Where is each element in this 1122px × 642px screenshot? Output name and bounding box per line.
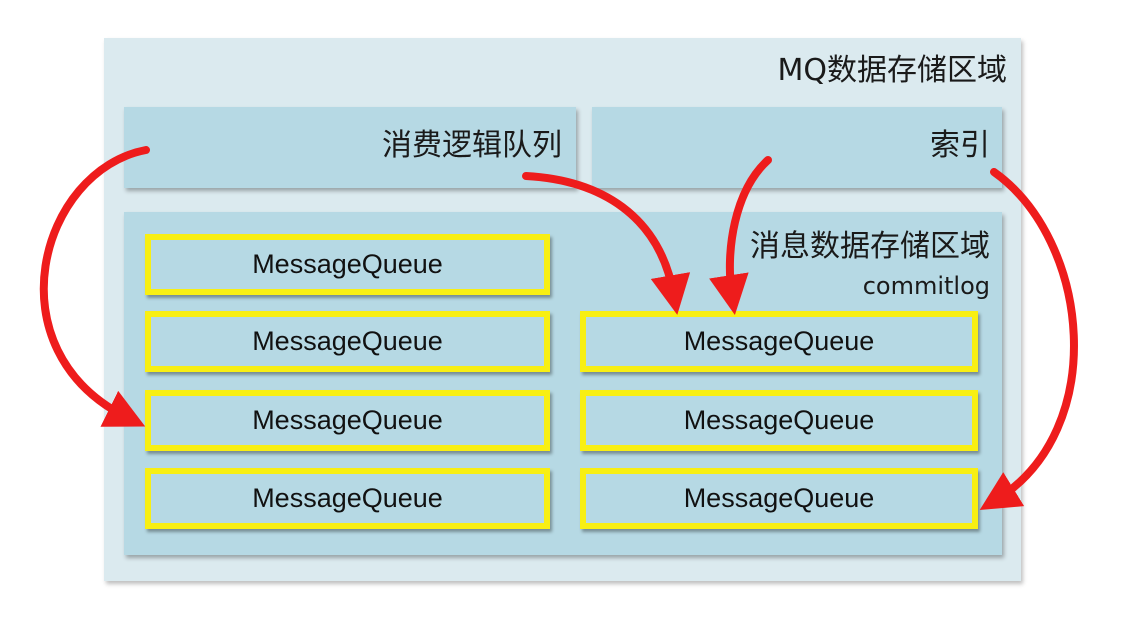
- consumer-logic-queue-title: 消费逻辑队列: [382, 128, 562, 163]
- index-title: 索引: [930, 128, 990, 163]
- message-queue-box: MessageQueue: [145, 390, 550, 451]
- message-data-storage-title: 消息数据存储区域: [750, 229, 990, 264]
- message-queue-box: MessageQueue: [580, 311, 978, 372]
- message-queue-box: MessageQueue: [145, 311, 550, 372]
- consumer-logic-queue-panel: 消费逻辑队列: [124, 107, 576, 188]
- commitlog-subtitle: commitlog: [862, 272, 990, 300]
- message-queue-box: MessageQueue: [580, 390, 978, 451]
- message-queue-box: MessageQueue: [145, 468, 550, 529]
- mq-storage-area-title: MQ数据存储区域: [777, 53, 1008, 88]
- message-queue-box: MessageQueue: [580, 468, 978, 529]
- index-panel: 索引: [592, 107, 1002, 188]
- message-queue-box: MessageQueue: [145, 234, 550, 295]
